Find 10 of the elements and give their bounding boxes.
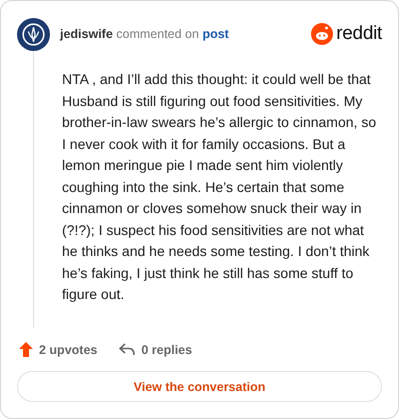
upvote-count: 2 upvotes <box>39 342 98 356</box>
brand-name: reddit <box>336 23 382 45</box>
comment-byline: jediswife commented on post <box>60 27 230 41</box>
reply-count: 0 replies <box>141 342 192 356</box>
avatar-icon <box>17 18 50 50</box>
view-conversation-button[interactable]: View the conversation <box>17 371 382 402</box>
upvote-arrow-icon[interactable] <box>19 342 33 357</box>
reply-arrow-icon[interactable] <box>119 343 136 356</box>
reddit-logo-icon <box>311 23 334 45</box>
comment-text: NTA , and I’ll add this thought: it could well be that Husband is still figuring out food sensitivities. My brother-in-law swears he’s allergic to cinnamon, so I never cook with it for family occasions. But a lemon meringue pie I made sent him violently coughing into the sink. He’s certain that some cinnamon or cloves somehow snuck their way in (?!?); I suspect his food sensitivities are not what he thinks and he needs some testing. I don’t think he’s faking, I just think he still has some stuff to figure out. <box>61 70 378 304</box>
